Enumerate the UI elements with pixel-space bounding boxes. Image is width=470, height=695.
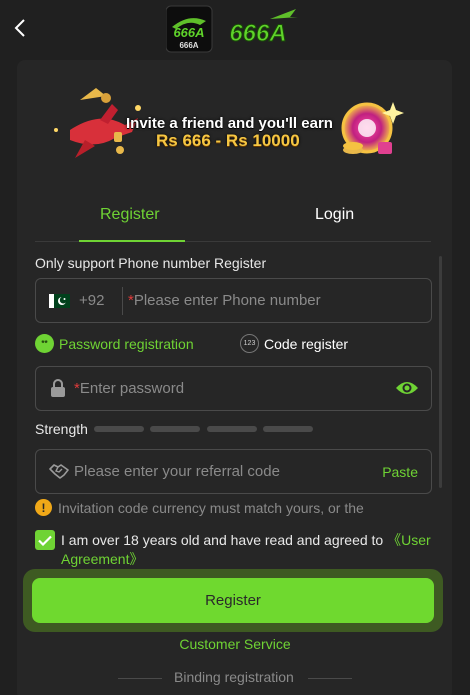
register-button[interactable]: Register [32, 578, 434, 623]
strength-segment [150, 426, 200, 432]
tab-login[interactable]: Login [315, 206, 354, 224]
warning-text: Invitation code currency must match your… [58, 499, 364, 516]
divider-line [308, 678, 352, 679]
code-register-label: Code register [264, 335, 349, 352]
customer-service-link[interactable]: Customer Service [0, 636, 470, 652]
password-input[interactable]: *Enter password [35, 366, 432, 411]
phone-input[interactable]: +92 *Please enter Phone number [35, 278, 432, 323]
chevron-left-icon [14, 19, 25, 37]
svg-text:666A: 666A [179, 41, 198, 50]
agreement-checkbox[interactable] [35, 530, 55, 550]
divider [122, 287, 123, 315]
referral-code-input[interactable]: Please enter your referral code Paste [35, 449, 432, 494]
app-logo: 666A 666A 666A [166, 5, 298, 53]
lock-icon [51, 379, 65, 397]
strength-segment [207, 426, 257, 432]
support-notice: Only support Phone number Register [35, 255, 267, 271]
divider-line [118, 678, 162, 679]
warning-icon: ! [35, 499, 52, 516]
svg-text:666A: 666A [229, 20, 286, 47]
pakistan-flag-icon [49, 294, 70, 308]
password-registration-label: Password registration [59, 335, 194, 352]
active-tab-indicator [79, 240, 185, 242]
top-bar: 666A 666A 666A [0, 0, 470, 58]
phone-placeholder: *Please enter Phone number [128, 292, 321, 309]
scrollbar[interactable] [439, 256, 442, 488]
eye-icon[interactable] [395, 379, 419, 397]
numeric-code-icon: 123 [240, 334, 259, 353]
svg-text:666A: 666A [173, 25, 204, 40]
strength-segment [94, 426, 144, 432]
agreement-text: I am over 18 years old and have read and… [61, 532, 431, 567]
strength-label: Strength [35, 421, 88, 437]
invitation-warning: ! Invitation code currency must match yo… [35, 499, 364, 516]
handshake-icon [49, 464, 69, 479]
password-dots-icon: ** [35, 334, 54, 353]
paste-button[interactable]: Paste [382, 464, 418, 480]
checkmark-icon [38, 535, 52, 546]
strength-segment [263, 426, 313, 432]
banner-reward-range: Rs 666 - Rs 10000 [156, 131, 300, 150]
auth-tabs: Register Login [35, 190, 431, 242]
password-placeholder: *Enter password [74, 380, 185, 397]
binding-registration-divider: Binding registration [118, 668, 352, 688]
binding-registration-label: Binding registration [174, 669, 294, 685]
country-code[interactable]: +92 [79, 292, 104, 309]
referral-placeholder: Please enter your referral code [74, 463, 280, 480]
banner-headline: Invite a friend and you'll earn [126, 115, 333, 132]
back-button[interactable] [8, 14, 32, 42]
tab-register[interactable]: Register [100, 206, 160, 224]
password-registration-option[interactable]: ** Password registration [35, 334, 194, 353]
code-register-option[interactable]: 123 Code register [240, 334, 348, 353]
